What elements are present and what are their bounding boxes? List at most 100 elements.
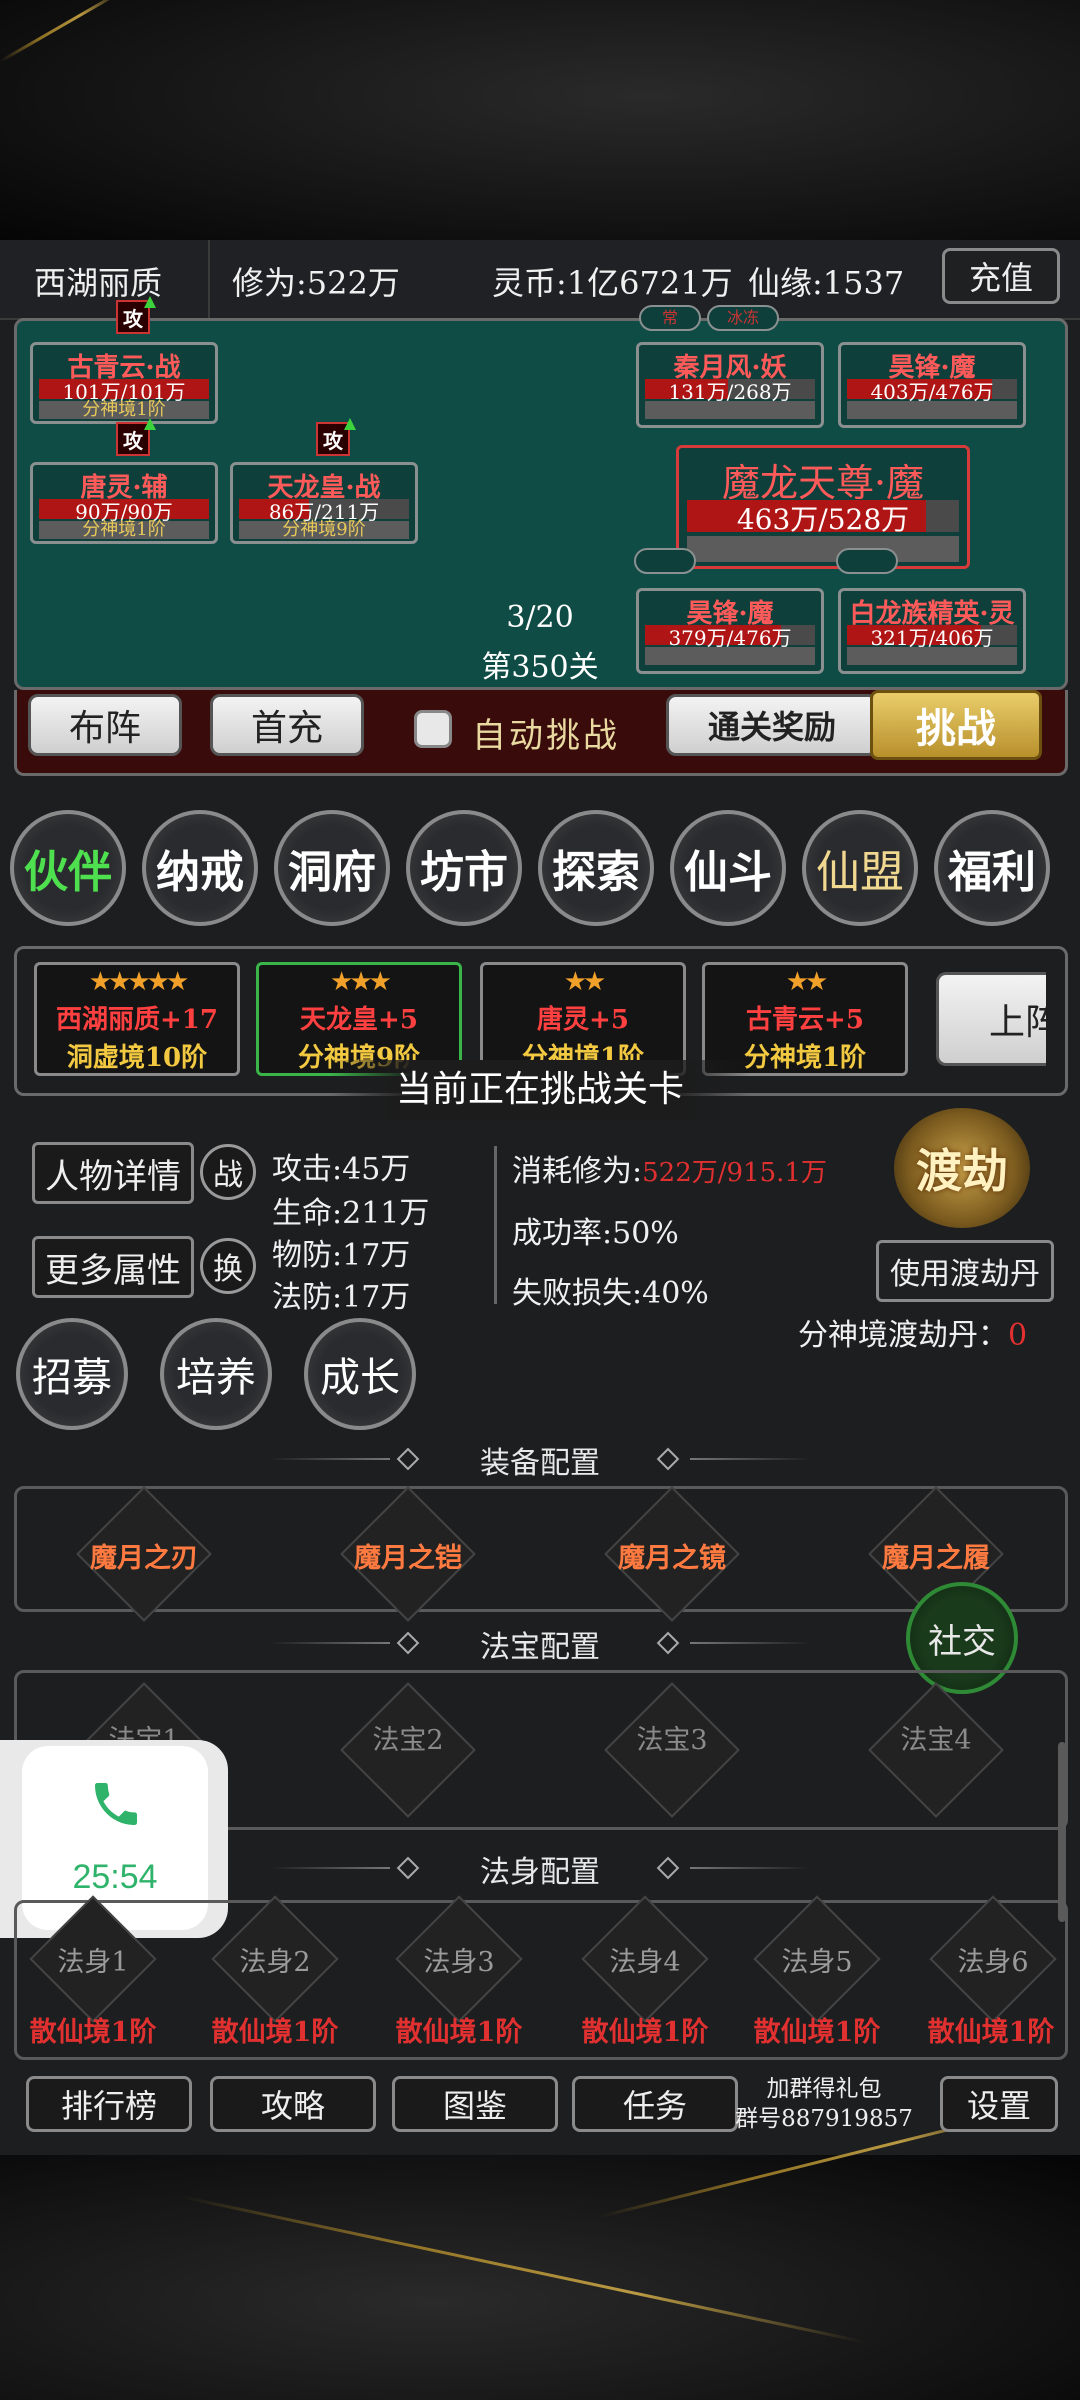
hp-stat: 生命:211万 [272, 1196, 430, 1231]
equipment-name: 魔月之刃 [90, 1543, 198, 1574]
auto-challenge-checkbox[interactable] [414, 710, 452, 748]
formation-button[interactable]: 布阵 [28, 694, 182, 756]
scrollbar[interactable] [1058, 1742, 1066, 1922]
partner-card[interactable]: ★★ 古青云+5 分神境1阶 [702, 962, 908, 1076]
body-panel [14, 1900, 1068, 2060]
attack-badge: 攻 [116, 296, 156, 334]
phone-icon [95, 1783, 137, 1825]
phys-def-stat: 物防:17万 [272, 1238, 411, 1273]
equipment-name: 魔月之铠 [354, 1543, 462, 1574]
enemy-unit[interactable]: 白龙族精英·灵 321万/406万 [838, 588, 1026, 674]
nav-partner[interactable]: 伙伴 [10, 810, 126, 926]
body-realm: 散仙境1阶 [395, 2017, 523, 2048]
partner-name: 唐灵+5 [537, 1005, 629, 1035]
nav-explore[interactable]: 探索 [538, 810, 654, 926]
more-attributes-button[interactable]: 更多属性 [32, 1236, 194, 1298]
ranking-button[interactable]: 排行榜 [26, 2076, 192, 2132]
mag-def-stat: 法防:17万 [272, 1280, 411, 1315]
use-pill-button[interactable]: 使用渡劫丹 [876, 1240, 1054, 1302]
challenge-banner: 当前正在挑战关卡 [330, 1060, 750, 1120]
status-tag [836, 548, 898, 574]
nav-ring[interactable]: 纳戒 [142, 810, 258, 926]
challenge-button[interactable]: 挑战 [870, 690, 1042, 760]
partner-card[interactable]: ★★★★★ 西湖丽质+17 洞虚境10阶 [34, 962, 240, 1076]
boss-unit[interactable]: 魔龙天尊·魔 463万/528万 [676, 445, 970, 569]
ally-unit[interactable]: 古青云·战 101万/101万 分神境1阶 [30, 342, 218, 424]
pill-count: 0 [1008, 1318, 1028, 1353]
settings-button[interactable]: 设置 [940, 2076, 1058, 2132]
enemy-unit[interactable]: 秦月风·妖 131万/268万 [636, 342, 824, 428]
auto-challenge-label: 自动挑战 [472, 716, 620, 756]
partner-card[interactable]: ★★★ 天龙皇+5 分神境9阶 [256, 962, 462, 1076]
success-rate: 成功率:50% [512, 1216, 679, 1251]
body-name: 法身5 [781, 1947, 853, 1978]
treasure-name: 法宝2 [372, 1725, 444, 1756]
unit-realm: 分神境1阶 [39, 521, 209, 539]
nav-cave[interactable]: 洞府 [274, 810, 390, 926]
grow-button[interactable]: 成长 [304, 1318, 416, 1430]
top-backdrop [0, 0, 1080, 240]
status-tag [634, 548, 696, 574]
enemy-unit[interactable]: 昊锋·魔 403万/476万 [838, 342, 1026, 428]
fail-loss: 失败损失:40% [512, 1276, 709, 1311]
clear-reward-button[interactable]: 通关奖励 [666, 694, 878, 756]
recruit-button[interactable]: 招募 [16, 1318, 128, 1430]
partner-name: 西湖丽质+17 [56, 1005, 218, 1035]
attack-badge: 攻 [116, 418, 156, 456]
tribulation-emblem-icon[interactable]: 渡劫 [894, 1108, 1030, 1228]
battle-icon[interactable]: 战 [200, 1144, 256, 1200]
nav-arena[interactable]: 仙斗 [670, 810, 786, 926]
stage-number: 第350关 [481, 650, 599, 685]
body-realm: 散仙境1阶 [753, 2017, 881, 2048]
ally-unit[interactable]: 唐灵·辅 90万/90万 分神境1阶 [30, 462, 218, 544]
codex-button[interactable]: 图鉴 [392, 2076, 558, 2132]
body-name: 法身2 [239, 1947, 311, 1978]
body-name: 法身3 [423, 1947, 495, 1978]
nav-market[interactable]: 坊市 [406, 810, 522, 926]
equipment-title: 装备配置 [480, 1446, 600, 1481]
treasure-name: 法宝4 [900, 1725, 972, 1756]
star-rating: ★★ [785, 967, 829, 997]
ally-unit[interactable]: 天龙皇·战 86万/211万 分神境9阶 [230, 462, 418, 544]
boss-hp: 463万/528万 [736, 503, 910, 536]
body-name: 法身1 [57, 1947, 129, 1978]
recharge-button[interactable]: 充值 [942, 248, 1060, 304]
train-button[interactable]: 培养 [160, 1318, 272, 1430]
wave-counter: 3/20 [506, 600, 574, 635]
body-realm: 散仙境1阶 [581, 2017, 709, 2048]
equipment-name: 魔月之镜 [618, 1543, 726, 1574]
cost-label: 消耗修为: [512, 1154, 643, 1189]
treasure-name: 法宝3 [636, 1725, 708, 1756]
tasks-button[interactable]: 任务 [572, 2076, 738, 2132]
treasure-title: 法宝配置 [480, 1630, 600, 1665]
partner-realm: 洞虚境10阶 [66, 1043, 208, 1073]
attack-badge: 攻 [316, 418, 356, 456]
equipment-name: 魔月之履 [882, 1543, 990, 1574]
attack-stat: 攻击:45万 [272, 1152, 411, 1187]
player-name: 西湖丽质 [34, 264, 163, 302]
guide-button[interactable]: 攻略 [210, 2076, 376, 2132]
swap-icon[interactable]: 换 [200, 1238, 256, 1294]
body-realm: 散仙境1阶 [29, 2017, 157, 2048]
pill-count-row: 分神境渡劫丹：0 [798, 1310, 1027, 1354]
enemy-unit[interactable]: 昊锋·魔 379万/476万 [636, 588, 824, 674]
nav-alliance[interactable]: 仙盟 [802, 810, 918, 926]
partner-card[interactable]: ★★ 唐灵+5 分神境1阶 [480, 962, 686, 1076]
cost-value: 522万/915.1万 [642, 1158, 827, 1188]
divider [494, 1146, 497, 1304]
pill-label: 分神境渡劫丹： [798, 1318, 1008, 1353]
group-line1: 加群得礼包 [766, 2076, 882, 2102]
nav-welfare[interactable]: 福利 [934, 810, 1050, 926]
immortal-fate: 仙缘:1537 [748, 264, 905, 302]
group-line2: 群号887919857 [735, 2106, 913, 2132]
character-detail-button[interactable]: 人物详情 [32, 1142, 194, 1204]
first-recharge-button[interactable]: 首充 [210, 694, 364, 756]
deploy-button[interactable]: 上阵 [936, 972, 1046, 1066]
partner-name: 天龙皇+5 [300, 1005, 418, 1035]
status-tag: 常 [639, 305, 701, 331]
body-realm: 散仙境1阶 [211, 2017, 339, 2048]
partner-name: 古青云+5 [746, 1005, 864, 1035]
body-name: 法身6 [957, 1947, 1029, 1978]
body-realm: 散仙境1阶 [927, 2017, 1055, 2048]
join-group-link[interactable]: 加群得礼包 群号887919857 [734, 2074, 914, 2134]
